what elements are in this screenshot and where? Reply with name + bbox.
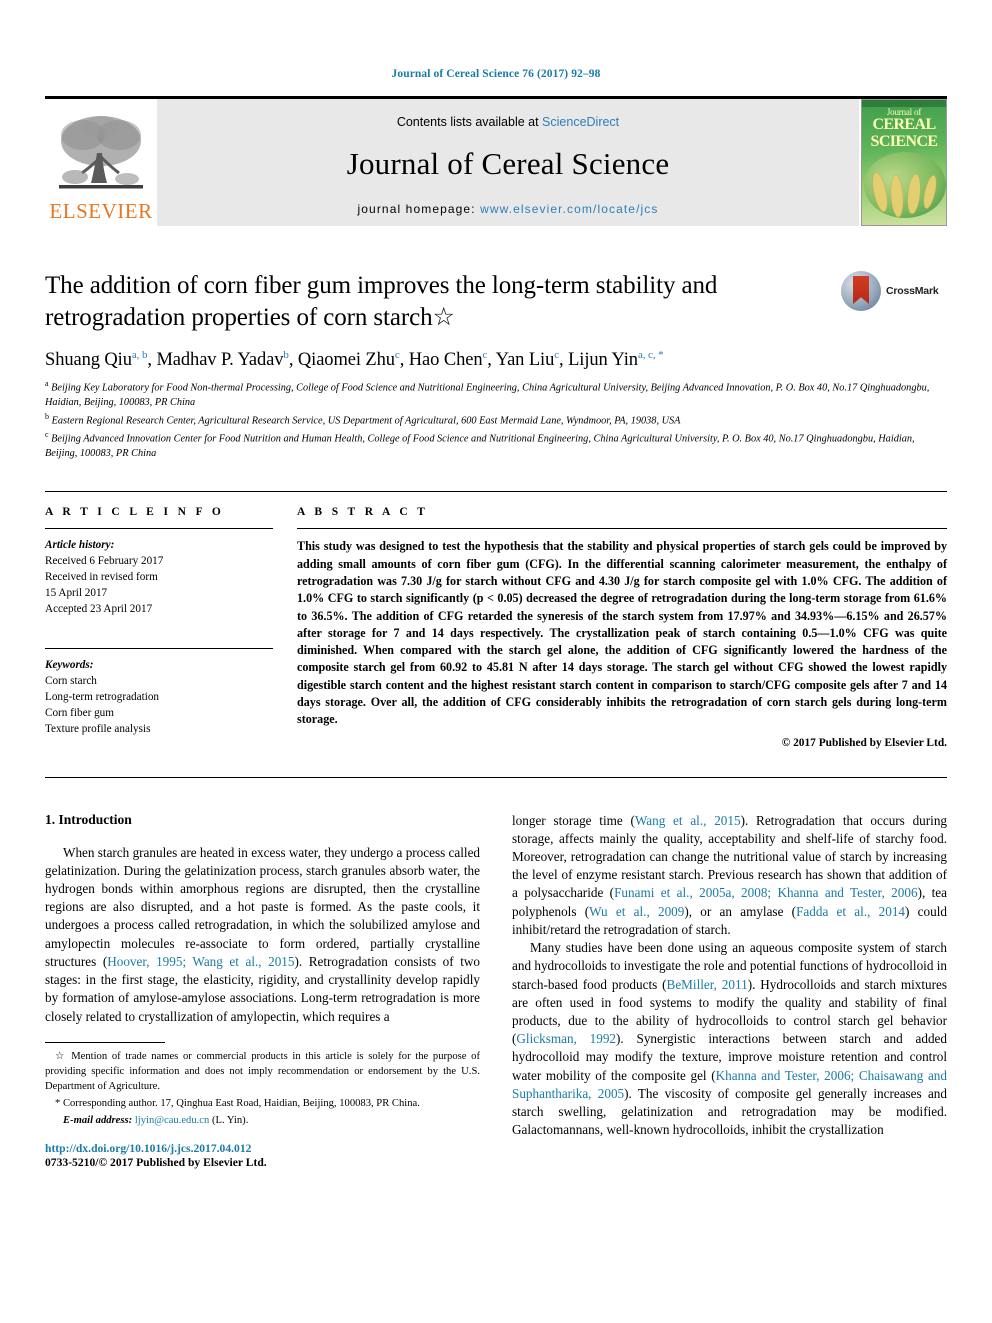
contents-prefix: Contents lists available at	[396, 115, 543, 129]
journal-homepage-line: journal homepage: www.elsevier.com/locat…	[358, 202, 659, 216]
crossmark-bookmark-shape	[853, 276, 869, 304]
sciencedirect-link[interactable]: ScienceDirect	[542, 115, 619, 129]
article-info-rule	[45, 528, 273, 530]
affiliation-marker: a	[45, 379, 49, 389]
footnote-block: ☆ Mention of trade names or commercial p…	[45, 1041, 480, 1169]
email-label: E-mail address:	[63, 1114, 133, 1126]
contents-available-line: Contents lists available at ScienceDirec…	[397, 115, 619, 129]
citation-link[interactable]: Funami et al., 2005a, 2008; Khanna and T…	[614, 885, 917, 900]
article-history-block: Article history: Received 6 February 201…	[45, 538, 273, 618]
author-affil-marker: a, c, *	[637, 349, 664, 361]
abstract-heading: A B S T R A C T	[297, 506, 429, 519]
crossmark-badge[interactable]: CrossMark	[841, 270, 945, 312]
homepage-url-link[interactable]: www.elsevier.com/locate/jcs	[480, 202, 658, 216]
article-history-label: Article history:	[45, 539, 115, 552]
author-affil-marker: c	[482, 349, 488, 361]
elsevier-wordmark: ELSEVIER	[49, 199, 153, 223]
author-affil-marker: b	[283, 349, 289, 361]
keyword-item: Texture profile analysis	[45, 722, 151, 735]
paper-page: Journal of Cereal Science 76 (2017) 92–9…	[0, 0, 992, 1323]
keyword-item: Corn starch	[45, 674, 97, 687]
body-two-columns: 1. Introduction When starch granules are…	[45, 812, 947, 1169]
affiliation-item: c Beijing Advanced Innovation Center for…	[45, 429, 947, 462]
running-head: Journal of Cereal Science 76 (2017) 92–9…	[391, 68, 601, 80]
body-separator-rule	[45, 776, 947, 778]
footnote-trade-names: ☆ Mention of trade names or commercial p…	[45, 1050, 480, 1092]
cover-title-text: Journal of CEREAL SCIENCE	[862, 107, 946, 151]
citation-link[interactable]: BeMiller, 2011	[667, 977, 748, 992]
author-name: Hao Chen	[408, 350, 483, 371]
article-history-item: Received in revised form	[45, 571, 158, 584]
elsevier-logo: ELSEVIER	[45, 99, 157, 226]
affiliation-marker: b	[45, 411, 49, 421]
citation-link[interactable]: Hoover, 1995; Wang et al., 2015	[107, 954, 294, 969]
intro-paragraph-right-1: longer storage time (Wang et al., 2015).…	[512, 812, 947, 940]
article-title: The addition of corn fiber gum improves …	[45, 272, 718, 331]
citation-link[interactable]: Wu et al., 2009	[589, 904, 684, 919]
affiliation-text: Beijing Advanced Innovation Center for F…	[45, 433, 915, 459]
affiliation-item: b Eastern Regional Research Center, Agri…	[45, 411, 947, 429]
affiliation-text: Beijing Key Laboratory for Food Non-ther…	[45, 382, 930, 409]
crossmark-label: CrossMark	[886, 285, 939, 297]
journal-header-center: Contents lists available at ScienceDirec…	[157, 99, 859, 226]
introduction-heading: 1. Introduction	[45, 811, 132, 827]
affiliation-list: a Beijing Key Laboratory for Food Non-th…	[45, 378, 947, 461]
affiliation-marker: c	[45, 429, 49, 439]
body-text: When starch granules are heated in exces…	[45, 844, 481, 969]
article-info-heading: A R T I C L E I N F O	[45, 506, 225, 519]
body-text: ), or an amylase (	[684, 903, 797, 919]
keywords-rule	[45, 648, 273, 649]
footnote-email: E-mail address: ljyin@cau.edu.cn (L. Yin…	[45, 1113, 480, 1128]
crossmark-icon	[841, 271, 881, 311]
citation-link[interactable]: Wang et al., 2015	[635, 813, 741, 828]
cover-line2: CEREAL	[872, 116, 936, 134]
affiliation-text: Eastern Regional Research Center, Agricu…	[51, 415, 681, 427]
doi-link[interactable]: http://dx.doi.org/10.1016/j.jcs.2017.04.…	[45, 1142, 480, 1155]
keyword-item: Corn fiber gum	[45, 706, 114, 719]
body-column-right: longer storage time (Wang et al., 2015).…	[512, 812, 947, 1169]
author-affil-marker: a, b	[131, 349, 148, 361]
footnote-corresponding-author: * Corresponding author. 17, Qinghua East…	[55, 1097, 420, 1109]
author-name: Madhav P. Yadav	[156, 350, 284, 371]
author-list: Shuang Qiua, b, Madhav P. Yadavb, Qiaome…	[45, 349, 664, 371]
elsevier-tree-icon	[55, 113, 147, 199]
abstract-rule	[297, 528, 947, 530]
cover-top-bar	[862, 100, 946, 107]
journal-title: Journal of Cereal Science	[346, 146, 670, 181]
issn-copyright-line: 0733-5210/© 2017 Published by Elsevier L…	[45, 1155, 267, 1169]
citation-link[interactable]: Fadda et al., 2014	[796, 904, 905, 919]
author-affil-marker: c	[394, 349, 400, 361]
article-history-item: Received 6 February 2017	[45, 555, 164, 568]
keywords-block: Keywords: Corn starch Long-term retrogra…	[45, 648, 273, 738]
email-suffix: (L. Yin).	[211, 1114, 249, 1126]
author-name: Shuang Qiu	[45, 350, 132, 371]
keyword-item: Long-term retrogradation	[45, 690, 160, 703]
abstract-column: A B S T R A C T This study was designed …	[297, 506, 947, 749]
journal-cover-thumbnail[interactable]: Journal of CEREAL SCIENCE	[861, 99, 947, 226]
article-history-item: Accepted 23 April 2017	[45, 603, 153, 616]
keywords-label: Keywords:	[45, 659, 94, 671]
info-abstract-section: A R T I C L E I N F O Article history: R…	[45, 491, 947, 749]
author-name: Qiaomei Zhu	[297, 350, 395, 371]
email-link[interactable]: ljyin@cau.edu.cn	[135, 1115, 209, 1126]
intro-paragraph-right-2: Many studies have been done using an aqu…	[512, 939, 947, 1139]
citation-link[interactable]: Glicksman, 1992	[516, 1031, 616, 1046]
body-column-left: 1. Introduction When starch granules are…	[45, 812, 480, 1169]
journal-header-band: ELSEVIER Contents lists available at Sci…	[45, 96, 947, 226]
article-info-column: A R T I C L E I N F O Article history: R…	[45, 506, 273, 748]
intro-paragraph-left: When starch granules are heated in exces…	[45, 844, 480, 1026]
author-name: Yan Liu	[495, 350, 555, 371]
homepage-prefix: journal homepage:	[357, 202, 481, 216]
author-affil-marker: c	[554, 349, 560, 361]
title-block: The addition of corn fiber gum improves …	[45, 270, 947, 333]
footnote-rule	[45, 1041, 165, 1043]
cover-circle-graphic	[864, 152, 946, 218]
abstract-text: This study was designed to test the hypo…	[297, 539, 947, 727]
cover-line3: SCIENCE	[870, 133, 939, 151]
author-name: Lijun Yin	[568, 350, 638, 371]
abstract-copyright: © 2017 Published by Elsevier Ltd.	[781, 736, 947, 749]
affiliation-item: a Beijing Key Laboratory for Food Non-th…	[45, 378, 947, 411]
article-history-item: 15 April 2017	[45, 587, 108, 600]
body-text: longer storage time (	[512, 812, 635, 828]
